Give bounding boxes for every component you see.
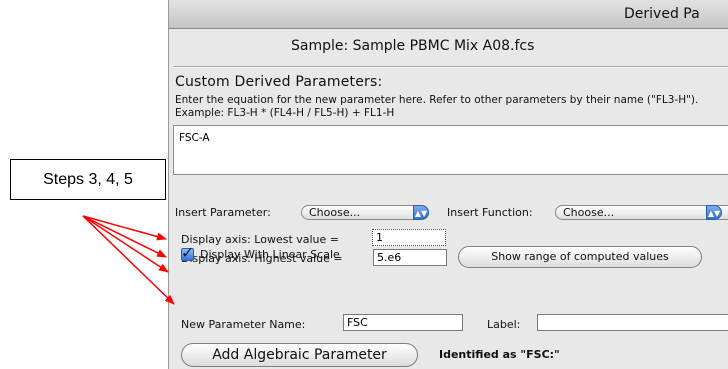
arrow-to-highest-value (82, 215, 167, 258)
annotation-arrows (82, 215, 175, 305)
arrow-to-linear-scale (82, 215, 169, 273)
